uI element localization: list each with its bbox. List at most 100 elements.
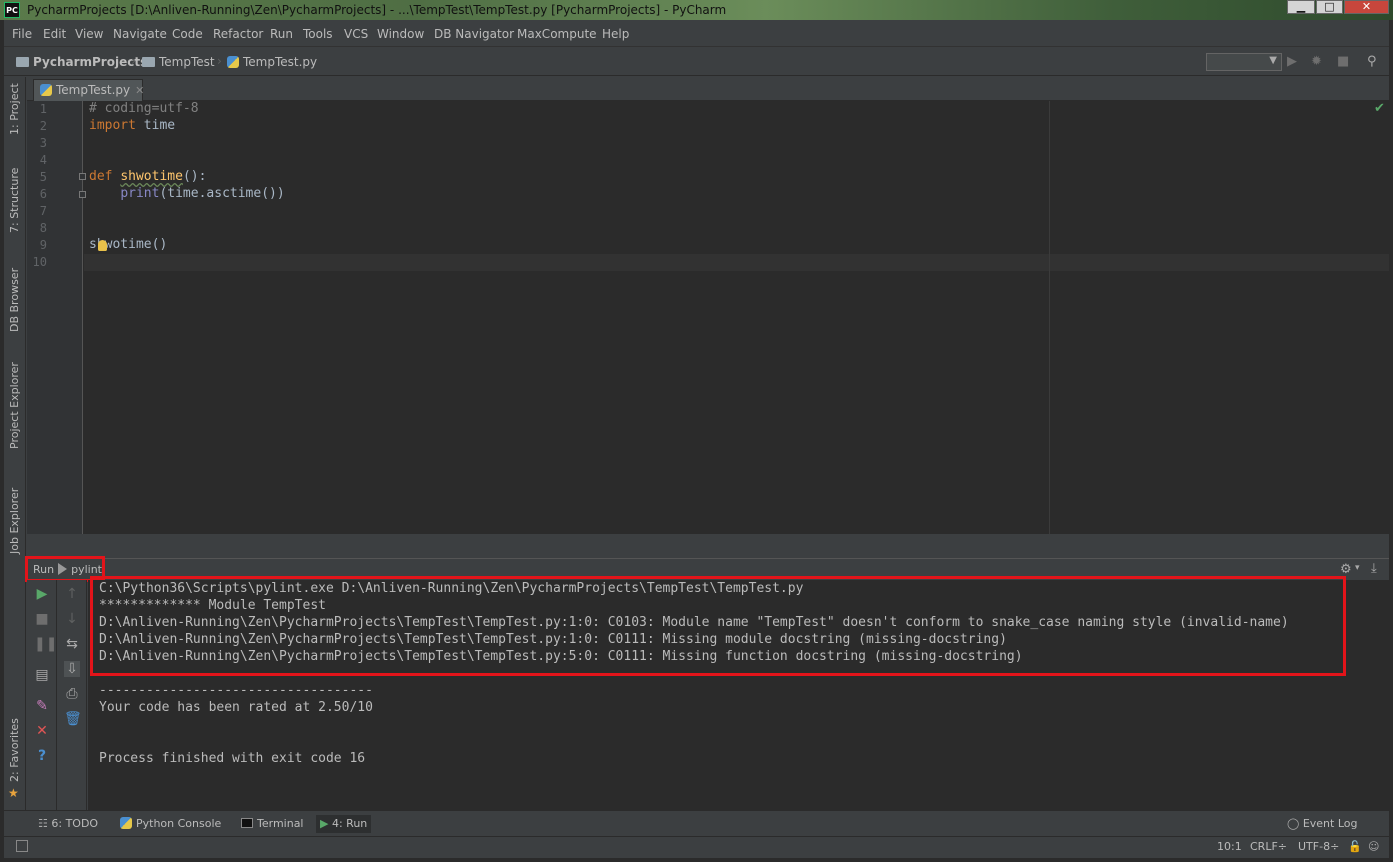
line-number: 10 [32,255,47,269]
console-line: Process finished with exit code 16 [99,751,366,766]
right-margin-guide [1049,101,1050,534]
folder-icon [16,57,29,67]
tool-window-project-explorer[interactable]: Project Explorer [8,362,21,449]
search-icon[interactable]: ⚲ [1367,54,1377,69]
run-toolbar-primary: ▶ ■ ❚❚ ▤ ✎ ✕ ? [27,580,57,810]
python-console-icon [120,817,132,829]
python-file-icon [227,56,239,68]
code-line-1: # coding=utf-8 [89,101,199,116]
arrow-up-icon[interactable]: ↑ [64,586,80,602]
tab-terminal[interactable]: Terminal [237,815,308,833]
scroll-to-end-icon[interactable]: ⇩ [64,661,80,677]
fold-marker-icon[interactable] [79,191,86,198]
soft-wrap-icon[interactable]: ⇆ [64,636,80,652]
close-button[interactable]: ✕ [1344,0,1389,14]
menu-help[interactable]: Help [602,27,629,41]
run-icon[interactable]: ▶ [1287,54,1297,69]
pycharm-logo-icon: PC [4,2,20,18]
line-number: 7 [39,204,47,218]
editor-tab-bar: TempTest.py ✕ [27,77,1389,101]
folder-icon [142,57,155,67]
hide-panel-icon[interactable]: ⤓ [1371,561,1377,576]
gear-icon[interactable]: ⚙ [1340,562,1352,577]
tool-window-structure[interactable]: 7: Structure [8,168,21,233]
navigation-bar: PycharmProjects › TempTest › TempTest.py… [4,46,1389,76]
menu-refactor[interactable]: Refactor [213,27,263,41]
window-frame-right [1389,20,1393,862]
restore-layout-icon[interactable]: ▤ [34,667,50,683]
breadcrumb-file[interactable]: TempTest.py [227,55,317,69]
rerun-icon[interactable]: ▶ [34,586,50,602]
line-number: 2 [39,119,47,133]
file-encoding[interactable]: UTF-8÷ [1298,840,1339,853]
toggle-tool-windows-icon[interactable] [16,840,28,852]
menu-edit[interactable]: Edit [43,27,66,41]
debug-icon[interactable]: ✹ [1311,54,1322,69]
menu-navigate[interactable]: Navigate [113,27,167,41]
breadcrumb-folder[interactable]: TempTest [142,55,215,69]
tab-run[interactable]: ▶ 4: Run [316,815,372,833]
pin-icon[interactable]: ✎ [34,698,50,714]
menu-maxcompute[interactable]: MaxCompute [517,27,597,41]
trash-icon[interactable]: 🗑 [64,711,82,727]
console-line: Your code has been rated at 2.50/10 [99,700,373,715]
maximize-button[interactable]: □ [1316,0,1343,14]
lightbulb-icon[interactable] [98,240,107,251]
menu-vcs[interactable]: VCS [344,27,368,41]
stop-icon[interactable]: ■ [1337,54,1349,69]
code-line-2: import time [89,118,176,133]
event-log-button[interactable]: ◯ Event Log [1283,815,1361,833]
chevron-down-icon: ▼ [1269,55,1277,66]
menu-bar: File Edit View Navigate Code Refactor Ru… [0,20,1393,46]
menu-code[interactable]: Code [172,27,203,41]
menu-db-navigator[interactable]: DB Navigator [434,27,514,41]
code-editor[interactable]: 1 2 3 4 5 6 7 8 9 10 ✔ # coding=utf-8 im… [27,101,1389,534]
print-icon[interactable]: ⎙ [64,686,80,702]
menu-view[interactable]: View [75,27,103,41]
tab-todo[interactable]: ☷ 6: TODO [34,815,102,833]
chevron-down-icon[interactable]: ▾ [1355,563,1360,573]
caret-position[interactable]: 10:1 [1217,840,1242,853]
tool-window-db-browser[interactable]: DB Browser [8,268,21,332]
menu-tools[interactable]: Tools [303,27,333,41]
terminal-icon [241,818,253,828]
breadcrumb-project[interactable]: PycharmProjects [16,55,147,69]
left-tool-strip: 1: Project 7: Structure DB Browser Proje… [4,77,26,810]
line-separator[interactable]: CRLF÷ [1250,840,1287,853]
run-icon: ▶ [320,817,329,830]
menu-run[interactable]: Run [270,27,293,41]
tab-temptest-py[interactable]: TempTest.py ✕ [33,79,144,101]
close-tab-icon[interactable]: ✕ [135,84,144,97]
line-number: 6 [39,187,47,201]
line-number-gutter: 1 2 3 4 5 6 7 8 9 10 [27,101,86,534]
console-line: ----------------------------------- [99,683,373,698]
menu-window[interactable]: Window [377,27,424,41]
stop-icon[interactable]: ■ [34,611,50,627]
code-line-5: def shwotime(): [89,169,207,184]
tool-window-favorites[interactable]: 2: Favorites [8,718,21,782]
line-number: 5 [39,170,47,184]
code-line-6: print(time.asctime()) [120,186,285,201]
window-frame-bottom [0,858,1393,862]
run-configuration-select[interactable]: ▼ [1206,53,1282,71]
lock-icon[interactable]: 🔓 [1348,840,1362,853]
arrow-down-icon[interactable]: ↓ [64,611,80,627]
line-number: 3 [39,136,47,150]
tool-window-project[interactable]: 1: Project [8,83,21,135]
minimize-button[interactable]: ▁ [1287,0,1315,14]
inspector-icon[interactable]: ☺ [1368,840,1379,853]
menu-file[interactable]: File [12,27,32,41]
close-icon[interactable]: ✕ [34,723,50,739]
help-icon[interactable]: ? [34,748,50,764]
tab-python-console[interactable]: Python Console [116,815,225,833]
checkmark-icon: ✔ [1374,101,1385,116]
highlight-box-pylint-output [90,576,1346,676]
line-number: 1 [39,102,47,116]
line-number: 8 [39,221,47,235]
pause-icon[interactable]: ❚❚ [34,636,57,652]
breadcrumb-separator-icon: › [217,54,222,68]
python-file-icon [40,84,52,96]
tool-window-job-explorer[interactable]: Job Explorer [8,488,21,554]
fold-marker-icon[interactable] [79,173,86,180]
speech-bubble-icon: ◯ [1287,817,1300,830]
